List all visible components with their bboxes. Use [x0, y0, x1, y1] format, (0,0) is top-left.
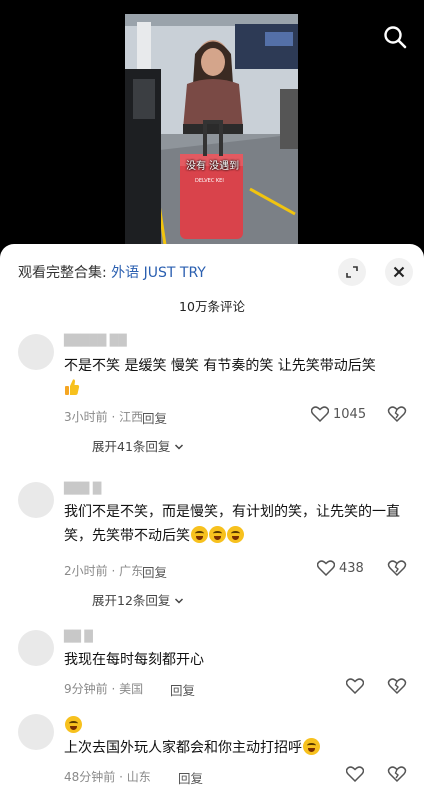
- username-blurred[interactable]: █████ ██: [64, 334, 127, 347]
- comment-item: ███ █ 我们不是不笑，而是慢笑，有计划的笑，让先笑的一直笑，先笑带不动后笑 …: [0, 482, 424, 612]
- avatar[interactable]: [18, 482, 54, 518]
- chevron-down-icon: [175, 444, 184, 450]
- laughing-crying-emoji-icon: [227, 526, 244, 543]
- avatar[interactable]: [18, 714, 54, 750]
- comment-meta: 48分钟前 · 山东: [64, 770, 151, 784]
- heart-icon: [346, 766, 364, 782]
- collection-link[interactable]: 观看完整合集: 外语 JUST TRY: [18, 262, 206, 282]
- laughing-crying-emoji-icon: [191, 526, 208, 543]
- suitcase-tag: DELVEC ΚΕΙ: [195, 178, 224, 184]
- expand-icon: [346, 266, 358, 278]
- comment-location: 美国: [119, 682, 144, 696]
- comment-item: █████ ██ 不是不笑 是缓笑 慢笑 有节奏的笑 让先笑带动后笑 3小时前 …: [0, 328, 424, 458]
- avatar[interactable]: [18, 630, 54, 666]
- username-blurred[interactable]: ███ █: [64, 482, 101, 495]
- comment-text-content: 我现在每时每刻都开心: [64, 652, 204, 668]
- comment-meta: 2小时前 · 广东: [64, 564, 144, 578]
- comment-count: 10万条评论: [179, 299, 245, 314]
- collection-name[interactable]: 外语 JUST TRY: [111, 265, 206, 281]
- expand-replies-label: 展开12条回复: [92, 593, 171, 608]
- comment-item: ██ █ 我现在每时每刻都开心 9分钟前 · 美国 回复: [0, 630, 424, 700]
- broken-heart-icon: [387, 766, 407, 783]
- video-frame[interactable]: DELVEC ΚΕΙ: [125, 14, 298, 245]
- heart-icon: [346, 678, 364, 694]
- laughing-crying-emoji-icon: [303, 738, 320, 755]
- search-button[interactable]: [382, 24, 408, 50]
- expand-replies-button[interactable]: 展开41条回复: [92, 436, 184, 455]
- comment-time: 2小时前: [64, 564, 108, 578]
- comment-text-content: 上次去国外玩人家都会和你主动打招呼: [64, 740, 302, 756]
- like-button[interactable]: [346, 766, 364, 782]
- video-area[interactable]: DELVEC ΚΕΙ 没有 没遇到: [0, 0, 424, 245]
- expand-replies-label: 展开41条回复: [92, 439, 171, 454]
- username-emoji[interactable]: [64, 716, 82, 733]
- comment-text-content: 不是不笑 是缓笑 慢笑 有节奏的笑 让先笑带动后笑: [64, 358, 376, 374]
- expand-panel-button[interactable]: [338, 258, 366, 286]
- reply-button[interactable]: 回复: [142, 562, 167, 581]
- comment-location: 江西: [119, 410, 144, 424]
- like-button[interactable]: [346, 678, 364, 694]
- comment-location: 山东: [126, 770, 151, 784]
- video-subtitle: 没有 没遇到: [186, 161, 240, 172]
- dislike-button[interactable]: [387, 765, 407, 785]
- chevron-down-icon: [175, 598, 184, 604]
- like-count: 1045: [333, 406, 367, 422]
- heart-icon: [317, 560, 335, 576]
- broken-heart-icon: [387, 406, 407, 423]
- like-button[interactable]: 438: [317, 560, 364, 576]
- like-count: 438: [339, 560, 364, 576]
- search-icon: [384, 26, 407, 49]
- heart-icon: [311, 406, 329, 422]
- dislike-button[interactable]: [387, 677, 407, 697]
- thumbs-up-emoji-icon: [65, 379, 80, 395]
- comment-time: 48分钟前: [64, 770, 116, 784]
- comment-text: 我现在每时每刻都开心: [64, 648, 416, 672]
- comment-text: 不是不笑 是缓笑 慢笑 有节奏的笑 让先笑带动后笑: [64, 354, 416, 404]
- broken-heart-icon: [387, 560, 407, 577]
- video-scene-image: [125, 14, 298, 245]
- comment-text: 上次去国外玩人家都会和你主动打招呼: [64, 736, 416, 760]
- comment-meta: 9分钟前 · 美国: [64, 682, 144, 696]
- avatar[interactable]: [18, 334, 54, 370]
- laughing-crying-emoji-icon: [209, 526, 226, 543]
- username-blurred[interactable]: ██ █: [64, 630, 93, 643]
- reply-button[interactable]: 回复: [142, 408, 167, 427]
- close-icon: [393, 266, 405, 278]
- comment-time: 9分钟前: [64, 682, 108, 696]
- dislike-button[interactable]: [387, 559, 407, 579]
- close-panel-button[interactable]: [385, 258, 413, 286]
- like-button[interactable]: 1045: [311, 406, 366, 422]
- comment-text: 我们不是不笑，而是慢笑，有计划的笑，让先笑的一直笑，先笑带不动后笑: [64, 500, 416, 548]
- reply-button[interactable]: 回复: [170, 680, 195, 699]
- broken-heart-icon: [387, 678, 407, 695]
- comment-meta: 3小时前 · 江西: [64, 410, 144, 424]
- comment-item: 上次去国外玩人家都会和你主动打招呼 48分钟前 · 山东 回复: [0, 714, 424, 794]
- laughing-crying-emoji-icon: [65, 716, 82, 733]
- comment-location: 广东: [119, 564, 144, 578]
- reply-button[interactable]: 回复: [178, 768, 203, 787]
- expand-replies-button[interactable]: 展开12条回复: [92, 590, 184, 609]
- comment-time: 3小时前: [64, 410, 108, 424]
- comments-panel: 观看完整合集: 外语 JUST TRY 10万条评论 █████ ██ 不是不笑…: [0, 244, 424, 800]
- collection-prefix: 观看完整合集:: [18, 265, 107, 281]
- dislike-button[interactable]: [387, 405, 407, 425]
